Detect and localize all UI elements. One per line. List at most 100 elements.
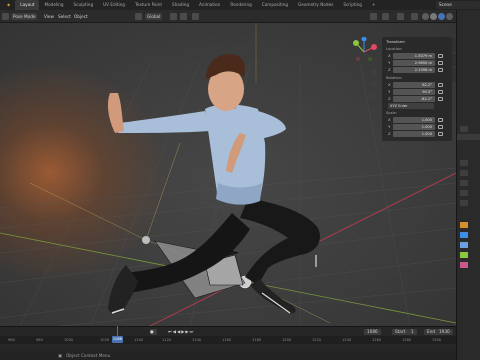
gizmo-icon[interactable] bbox=[382, 13, 389, 20]
visibility-icon[interactable] bbox=[370, 13, 377, 20]
location-z-field[interactable]: 2.2398 m bbox=[393, 67, 435, 73]
proportional-edit-icon[interactable] bbox=[192, 13, 199, 20]
perspective-toggle-icon[interactable] bbox=[370, 105, 377, 112]
scene-selector[interactable]: Scene bbox=[436, 1, 480, 9]
lock-icon[interactable] bbox=[438, 118, 443, 122]
scale-z-row[interactable]: Z 1.000 bbox=[386, 131, 448, 137]
location-x-row[interactable]: X 1.5079 m bbox=[386, 53, 448, 59]
transform-panel: Transform Location: X 1.5079 m Y 2.9850 m … bbox=[382, 37, 452, 141]
tick-label: 1100 bbox=[134, 338, 144, 342]
tick-label: 1300 bbox=[432, 338, 442, 342]
mode-dropdown[interactable]: Pose Mode bbox=[11, 13, 38, 20]
rotation-y-field[interactable]: 90.5° bbox=[393, 89, 435, 95]
viewport-header: Pose Mode View Select Object Global Opti… bbox=[0, 10, 456, 29]
lock-icon[interactable] bbox=[438, 68, 443, 72]
menu-object[interactable]: Object bbox=[72, 13, 90, 20]
tick-label: 1000 bbox=[64, 338, 74, 342]
end-frame-field[interactable]: 1930 bbox=[436, 329, 453, 335]
rotation-mode-row[interactable]: XYZ Euler bbox=[386, 103, 448, 109]
scale-z-field[interactable]: 1.000 bbox=[393, 131, 435, 137]
lamp-object[interactable] bbox=[142, 236, 150, 244]
pan-hand-icon[interactable] bbox=[370, 81, 377, 88]
outliner-row[interactable] bbox=[457, 134, 480, 140]
editor-type-icon[interactable] bbox=[2, 13, 9, 20]
shading-material-icon[interactable] bbox=[438, 13, 445, 20]
snap-icon[interactable] bbox=[180, 13, 187, 20]
lock-icon[interactable] bbox=[438, 90, 443, 94]
scale-y-field[interactable]: 1.000 bbox=[393, 124, 435, 130]
properties-tab-tool[interactable] bbox=[460, 126, 468, 132]
rotation-z-field[interactable]: -82.1° bbox=[393, 96, 435, 102]
orientation-dropdown[interactable]: Global bbox=[145, 13, 163, 20]
properties-tab-render[interactable] bbox=[460, 160, 468, 166]
tab-modeling[interactable]: Modeling bbox=[39, 0, 68, 10]
start-frame-field[interactable]: 1 bbox=[408, 329, 417, 335]
tab-geometry-nodes[interactable]: Geometry Nodes bbox=[293, 0, 338, 10]
properties-tab-scene[interactable] bbox=[460, 190, 468, 196]
overlay-icon[interactable] bbox=[397, 13, 404, 20]
menu-select[interactable]: Select bbox=[56, 13, 73, 20]
shading-rendered-icon[interactable] bbox=[446, 13, 453, 20]
properties-tab-physics[interactable] bbox=[460, 242, 468, 248]
timeline-ruler[interactable]: 960 980 1000 1020 1100 1120 1140 1160 11… bbox=[0, 336, 456, 344]
camera-view-icon[interactable] bbox=[370, 93, 377, 100]
tick-label: 980 bbox=[36, 338, 43, 342]
location-y-field[interactable]: 2.9850 m bbox=[393, 60, 435, 66]
lock-icon[interactable] bbox=[438, 83, 443, 87]
blender-logo-icon[interactable]: ◆ bbox=[2, 0, 15, 10]
start-label: Start bbox=[392, 329, 409, 335]
pivot-icon[interactable] bbox=[170, 13, 177, 20]
panel-title[interactable]: Transform bbox=[386, 39, 405, 44]
properties-tab-material[interactable] bbox=[460, 262, 468, 268]
location-z-row[interactable]: Z 2.2398 m bbox=[386, 67, 448, 73]
tab-rendering[interactable]: Rendering bbox=[225, 0, 256, 10]
record-button[interactable]: ● bbox=[150, 329, 157, 335]
playback-controls[interactable]: ⏮◀◀▶▶⏭ bbox=[165, 329, 207, 335]
tab-uv-editing[interactable]: UV Editing bbox=[98, 0, 130, 10]
tab-texture-paint[interactable]: Texture Paint bbox=[130, 0, 167, 10]
tab-layout[interactable]: Layout bbox=[15, 0, 40, 10]
xray-icon[interactable] bbox=[411, 13, 418, 20]
location-y-row[interactable]: Y 2.9850 m bbox=[386, 60, 448, 66]
lock-icon[interactable] bbox=[438, 132, 443, 136]
tab-shading[interactable]: Shading bbox=[167, 0, 194, 10]
rotation-y-row[interactable]: Y 90.5° bbox=[386, 89, 448, 95]
tab-animation[interactable]: Animation bbox=[194, 0, 225, 10]
properties-tab-object[interactable] bbox=[460, 222, 468, 228]
tab-sculpting[interactable]: Sculpting bbox=[69, 0, 99, 10]
tab-compositing[interactable]: Compositing bbox=[257, 0, 293, 10]
lock-icon[interactable] bbox=[438, 54, 443, 58]
scale-y-row[interactable]: Y 1.000 bbox=[386, 124, 448, 130]
properties-tab-world[interactable] bbox=[460, 200, 468, 206]
tab-scripting[interactable]: Scripting bbox=[338, 0, 367, 10]
tick-label: 1120 bbox=[162, 338, 172, 342]
lock-icon[interactable] bbox=[438, 61, 443, 65]
cursor-icon[interactable] bbox=[135, 13, 142, 20]
add-workspace-icon[interactable]: + bbox=[367, 0, 381, 10]
properties-tab-modifiers[interactable] bbox=[460, 232, 468, 238]
rotation-mode-dropdown[interactable]: XYZ Euler bbox=[388, 103, 434, 109]
tick-label: 1220 bbox=[312, 338, 322, 342]
properties-tab-view-layer[interactable] bbox=[460, 180, 468, 186]
lock-icon[interactable] bbox=[438, 97, 443, 101]
menu-view[interactable]: View bbox=[42, 13, 56, 20]
shading-wire-icon[interactable] bbox=[422, 13, 429, 20]
status-hint: Object Context Menu bbox=[66, 353, 111, 358]
zoom-icon[interactable] bbox=[370, 69, 377, 76]
shading-solid-icon[interactable] bbox=[430, 13, 437, 20]
location-x-field[interactable]: 1.5079 m bbox=[393, 53, 435, 59]
status-bar: ▣ Object Context Menu bbox=[0, 351, 456, 360]
workspace-bar: ◆ Layout Modeling Sculpting UV Editing T… bbox=[0, 0, 480, 10]
lock-icon[interactable] bbox=[438, 125, 443, 129]
scale-x-row[interactable]: X 1.000 bbox=[386, 117, 448, 123]
navigation-gizmo[interactable] bbox=[350, 37, 378, 67]
playhead[interactable]: 1086 bbox=[112, 336, 123, 343]
rotation-z-row[interactable]: Z -82.1° bbox=[386, 96, 448, 102]
properties-tab-data[interactable] bbox=[460, 252, 468, 258]
rotation-x-field[interactable]: 82.2° bbox=[393, 82, 435, 88]
current-frame-field[interactable]: 1086 bbox=[364, 329, 381, 335]
rotation-x-row[interactable]: X 82.2° bbox=[386, 82, 448, 88]
tick-label: 1180 bbox=[252, 338, 262, 342]
scale-x-field[interactable]: 1.000 bbox=[393, 117, 435, 123]
properties-tab-output[interactable] bbox=[460, 170, 468, 176]
